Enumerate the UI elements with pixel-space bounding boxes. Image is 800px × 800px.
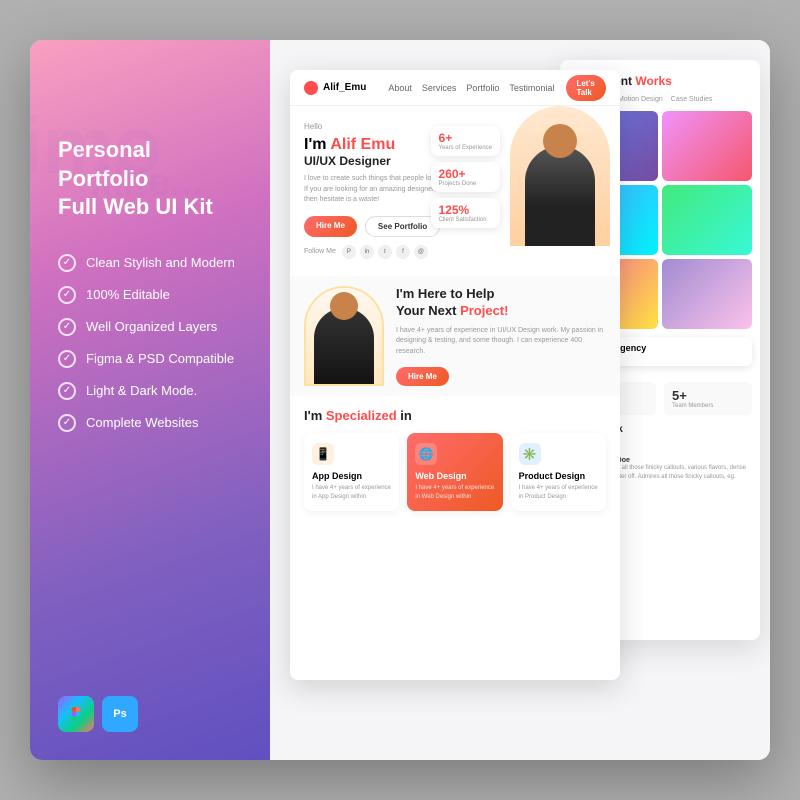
check-icon <box>58 254 76 272</box>
feature-item: Figma & PSD Compatible <box>58 350 242 368</box>
stats-badges: 6+ Years of Experience 260+ Projects Don… <box>431 126 500 228</box>
pinterest-icon[interactable]: P <box>342 245 356 259</box>
left-panel: imo illite... Personal Portfolio Full We… <box>30 40 270 760</box>
work-item[interactable] <box>662 111 752 181</box>
web-design-icon: 🌐 <box>415 443 437 465</box>
hero-person-illustration <box>510 106 610 246</box>
product-title: Personal Portfolio Full Web UI Kit <box>58 136 242 222</box>
testimonial-content: John Doe Admires all those finicky callo… <box>598 457 752 481</box>
about-content: I'm Here to HelpYour Next Project! I hav… <box>396 286 606 386</box>
check-icon <box>58 414 76 432</box>
product-design-icon: ✳️ <box>519 443 541 465</box>
site-hero: Hello I'm Alif Emu UI/UX Designer I love… <box>290 106 620 276</box>
psd-badge: Ps <box>102 696 138 732</box>
features-list: Clean Stylish and Modern 100% Editable W… <box>58 254 242 432</box>
services-section: I'm Specialized in 📱 App Design I have 4… <box>290 396 620 523</box>
services-title: I'm Specialized in <box>304 408 606 423</box>
twitter-icon[interactable]: t <box>378 245 392 259</box>
app-design-card: 📱 App Design I have 4+ years of experien… <box>304 433 399 511</box>
site-logo: Alif_Emu <box>304 81 366 95</box>
about-section: I'm Here to HelpYour Next Project! I hav… <box>290 276 620 396</box>
stat-experience: 6+ Years of Experience <box>431 126 500 156</box>
services-cards: 📱 App Design I have 4+ years of experien… <box>304 433 606 511</box>
team-members-stat: 5+ Team Members <box>664 382 752 415</box>
linkedin-icon[interactable]: in <box>360 245 374 259</box>
about-title: I'm Here to HelpYour Next Project! <box>396 286 606 320</box>
about-desc: I have 4+ years of experience in UI/UX D… <box>396 326 606 358</box>
hero-desc: I love to create such things that people… <box>304 174 444 206</box>
hire-button[interactable]: Hire Me <box>304 216 357 237</box>
nav-links: About Services Portfolio Testimonial <box>388 83 554 93</box>
nav-cta-button[interactable]: Let's Talk <box>566 75 606 101</box>
check-icon <box>58 286 76 304</box>
tool-badges: Ps <box>58 696 242 732</box>
right-panel: Alif_Emu About Services Portfolio Testim… <box>270 40 770 760</box>
social-icons: P in t f @ <box>342 245 428 259</box>
feature-item: Well Organized Layers <box>58 318 242 336</box>
about-hire-button[interactable]: Hire Me <box>396 367 449 386</box>
check-icon <box>58 382 76 400</box>
work-item[interactable] <box>662 185 752 255</box>
website-preview: Alif_Emu About Services Portfolio Testim… <box>290 70 620 680</box>
stat-satisfaction: 125% Client Satisfaction <box>431 198 500 228</box>
about-person-illustration <box>304 286 384 386</box>
facebook-icon[interactable]: f <box>396 245 410 259</box>
work-item[interactable] <box>662 259 752 329</box>
figma-badge <box>58 696 94 732</box>
instagram-icon[interactable]: @ <box>414 245 428 259</box>
product-design-card: ✳️ Product Design I have 4+ years of exp… <box>511 433 606 511</box>
web-design-card: 🌐 Web Design I have 4+ years of experien… <box>407 433 502 511</box>
main-card: imo illite... Personal Portfolio Full We… <box>30 40 770 760</box>
check-icon <box>58 350 76 368</box>
feature-item: Complete Websites <box>58 414 242 432</box>
site-nav: Alif_Emu About Services Portfolio Testim… <box>290 70 620 106</box>
app-design-icon: 📱 <box>312 443 334 465</box>
stat-projects: 260+ Projects Done <box>431 162 500 192</box>
feature-item: 100% Editable <box>58 286 242 304</box>
feature-item: Clean Stylish and Modern <box>58 254 242 272</box>
about-person-head <box>330 292 358 320</box>
hero-social: Follow Me P in t f @ <box>304 245 606 259</box>
logo-dot <box>304 81 318 95</box>
left-title-block: Personal Portfolio Full Web UI Kit Clean… <box>58 136 242 446</box>
check-icon <box>58 318 76 336</box>
preview-area: Alif_Emu About Services Portfolio Testim… <box>270 40 770 760</box>
feature-item: Light & Dark Mode. <box>58 382 242 400</box>
portfolio-button[interactable]: See Portfolio <box>365 216 440 237</box>
